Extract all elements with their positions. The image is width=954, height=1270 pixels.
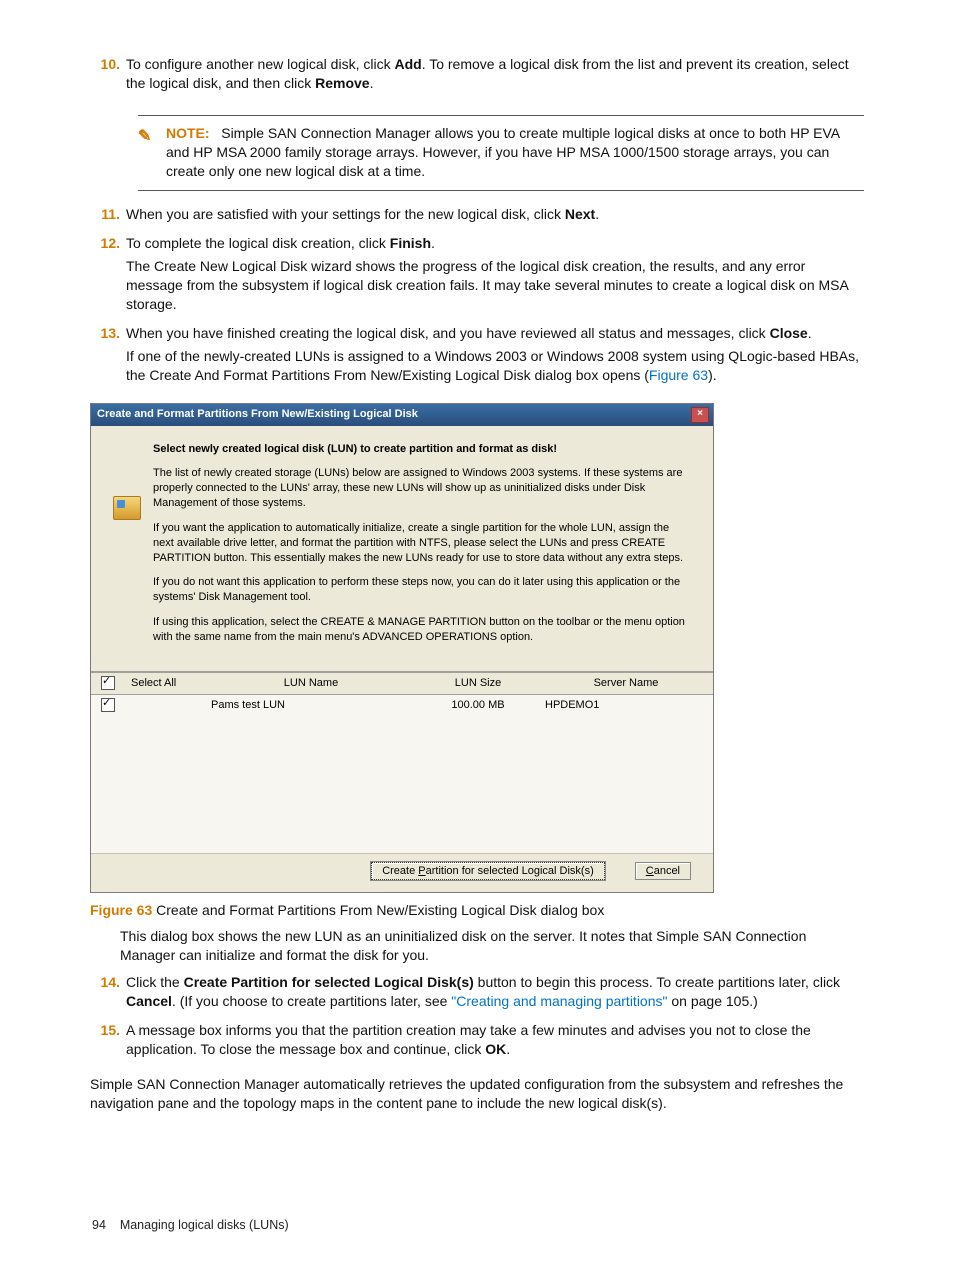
body-text: If one of the newly-created LUNs is assi… [126, 348, 859, 383]
ui-term-ok: OK [485, 1041, 506, 1057]
body-text: When you have finished creating the logi… [126, 325, 770, 341]
figure-label: Figure 63 [90, 902, 152, 918]
body-text: on page 105.) [667, 993, 757, 1009]
figure-link[interactable]: Figure 63 [649, 367, 708, 383]
step-number: 13. [90, 324, 126, 389]
col-lun-name[interactable]: LUN Name [205, 672, 417, 694]
body-text: To configure another new logical disk, c… [126, 56, 394, 72]
body-text: The Create New Logical Disk wizard shows… [126, 257, 864, 314]
body-text: . [506, 1041, 510, 1057]
select-all-checkbox[interactable] [101, 676, 115, 690]
ui-term-add: Add [394, 56, 421, 72]
cell-server-name: HPDEMO1 [539, 694, 713, 715]
ui-term-finish: Finish [390, 235, 431, 251]
note-label: NOTE: [166, 125, 210, 141]
note-rule-bottom [138, 190, 864, 191]
step-13: 13. When you have finished creating the … [90, 324, 864, 389]
note-body: Simple SAN Connection Manager allows you… [166, 125, 839, 179]
volume-icon [113, 496, 141, 520]
section-title: Managing logical disks (LUNs) [120, 1218, 289, 1232]
step-12: 12. To complete the logical disk creatio… [90, 234, 864, 318]
col-select-all[interactable]: Select All [125, 672, 205, 694]
step-number: 15. [90, 1021, 126, 1063]
cell-lun-name: Pams test LUN [205, 694, 417, 715]
col-server-name[interactable]: Server Name [539, 672, 713, 694]
figure-description: This dialog box shows the new LUN as an … [120, 927, 864, 965]
col-lun-size[interactable]: LUN Size [417, 672, 539, 694]
step-11: 11. When you are satisfied with your set… [90, 205, 864, 228]
body-text: . [808, 325, 812, 341]
dialog-paragraph: If using this application, select the CR… [153, 615, 691, 645]
body-text: . [431, 235, 435, 251]
closing-paragraph: Simple SAN Connection Manager automatica… [90, 1075, 864, 1114]
dialog-heading: Select newly created logical disk (LUN) … [153, 442, 691, 457]
dialog-paragraph: If you do not want this application to p… [153, 575, 691, 605]
page-footer: 94 Managing logical disks (LUNs) [92, 1218, 289, 1232]
ui-term-create-partition: Create Partition for selected Logical Di… [184, 974, 474, 990]
page-number: 94 [92, 1218, 106, 1232]
dialog-figure: Create and Format Partitions From New/Ex… [90, 403, 864, 893]
table-row[interactable]: Pams test LUN 100.00 MB HPDEMO1 [91, 694, 713, 715]
row-checkbox[interactable] [101, 698, 115, 712]
cancel-button[interactable]: Cancel [635, 862, 691, 880]
cell-lun-size: 100.00 MB [417, 694, 539, 715]
body-text: . [595, 206, 599, 222]
body-text: ). [708, 367, 717, 383]
ui-term-next: Next [565, 206, 595, 222]
body-text: button to begin this process. To create … [474, 974, 840, 990]
body-text: When you are satisfied with your setting… [126, 206, 565, 222]
body-text: . [370, 75, 374, 91]
step-14: 14. Click the Create Partition for selec… [90, 973, 864, 1015]
body-text: Click the [126, 974, 184, 990]
close-icon[interactable]: × [691, 407, 709, 423]
body-text: To complete the logical disk creation, c… [126, 235, 390, 251]
dialog-paragraph: If you want the application to automatic… [153, 521, 691, 566]
step-number: 12. [90, 234, 126, 318]
step-15: 15. A message box informs you that the p… [90, 1021, 864, 1063]
body-text: . (If you choose to create partitions la… [172, 993, 451, 1009]
dialog-paragraph: The list of newly created storage (LUNs)… [153, 466, 691, 511]
ui-term-remove: Remove [315, 75, 369, 91]
body-text: A message box informs you that the parti… [126, 1022, 811, 1057]
ui-term-cancel: Cancel [126, 993, 172, 1009]
lun-table: Select All LUN Name LUN Size Server Name… [91, 671, 713, 854]
figure-caption-text: Create and Format Partitions From New/Ex… [152, 902, 604, 918]
note-icon: ✎ [138, 128, 151, 145]
figure-caption: Figure 63 Create and Format Partitions F… [90, 901, 864, 920]
dialog-titlebar: Create and Format Partitions From New/Ex… [91, 404, 713, 426]
create-partition-button[interactable]: Create Partition for selected Logical Di… [371, 862, 605, 880]
step-10: 10. To configure another new logical dis… [90, 55, 864, 97]
note-rule-top [138, 115, 864, 116]
step-number: 11. [90, 205, 126, 228]
ui-term-close: Close [770, 325, 808, 341]
step-number: 10. [90, 55, 126, 97]
dialog-title: Create and Format Partitions From New/Ex… [97, 407, 691, 422]
step-number: 14. [90, 973, 126, 1015]
xref-link[interactable]: "Creating and managing partitions" [451, 993, 667, 1009]
note-block: ✎ NOTE: Simple SAN Connection Manager al… [138, 124, 864, 181]
